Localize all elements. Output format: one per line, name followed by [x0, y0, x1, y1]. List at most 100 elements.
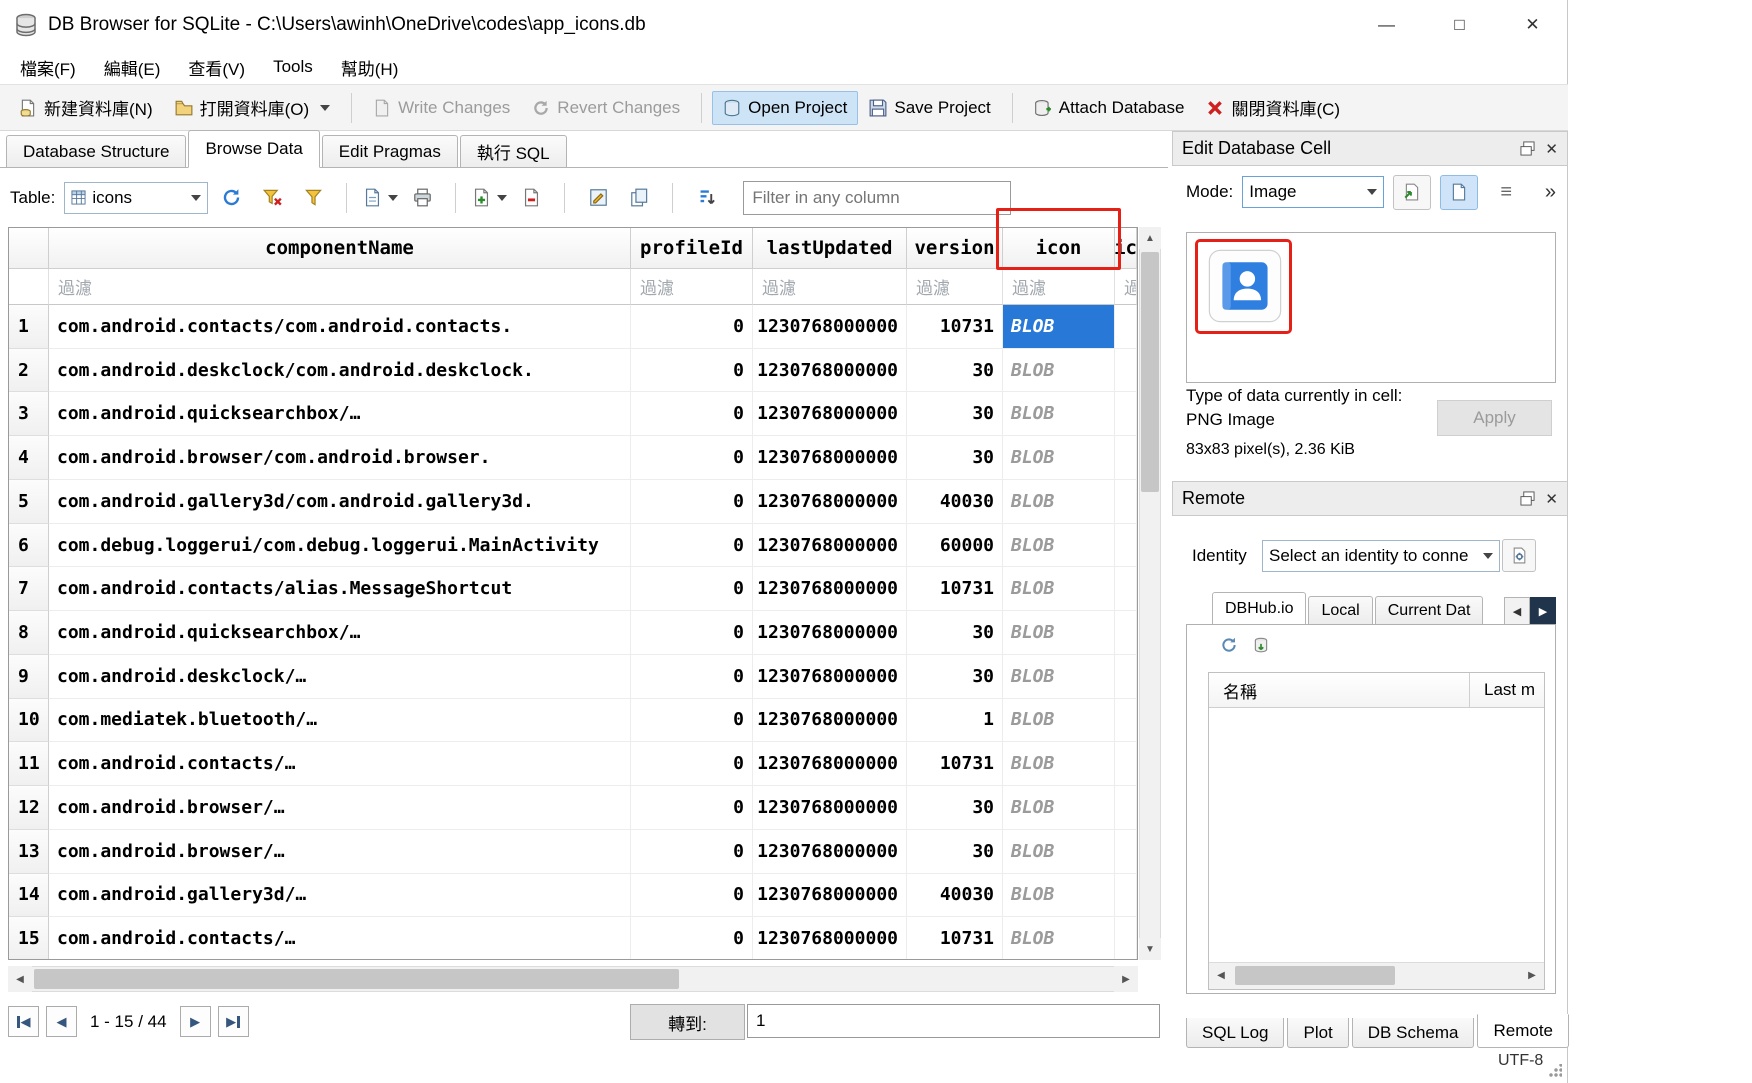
cell-updated[interactable]: 1230768000000 — [753, 742, 907, 786]
cell-updated[interactable]: 1230768000000 — [753, 392, 907, 436]
import-data-button[interactable] — [1393, 175, 1431, 210]
cell-component[interactable]: com.debug.loggerui/com.debug.loggerui.Ma… — [49, 524, 631, 568]
image-view-button[interactable] — [1440, 175, 1478, 210]
cell-partial[interactable] — [1115, 436, 1137, 480]
sort-button[interactable] — [688, 181, 724, 215]
cell-version[interactable]: 30 — [907, 655, 1003, 699]
cell-icon[interactable]: BLOB — [1003, 786, 1115, 830]
cell-version[interactable]: 10731 — [907, 742, 1003, 786]
filter-componentName[interactable]: 過濾 — [49, 269, 631, 305]
tab-remote[interactable]: Remote — [1477, 1014, 1569, 1048]
cell-icon[interactable]: BLOB — [1003, 305, 1115, 349]
cell-updated[interactable]: 1230768000000 — [753, 830, 907, 874]
row-number[interactable]: 15 — [9, 917, 49, 960]
row-number[interactable]: 1 — [9, 305, 49, 349]
new-record-button[interactable] — [471, 181, 508, 215]
cell-icon[interactable]: BLOB — [1003, 436, 1115, 480]
identity-settings-button[interactable] — [1502, 539, 1536, 572]
cell-icon[interactable]: BLOB — [1003, 349, 1115, 393]
cell-profile[interactable]: 0 — [631, 567, 753, 611]
refresh-button[interactable] — [213, 181, 249, 215]
cell-partial[interactable] — [1115, 917, 1137, 960]
cell-version[interactable]: 10731 — [907, 305, 1003, 349]
filter-conditions-button[interactable] — [295, 181, 331, 215]
cell-profile[interactable]: 0 — [631, 524, 753, 568]
filter-input[interactable] — [743, 181, 1011, 215]
column-header-corner[interactable] — [9, 228, 49, 269]
row-number[interactable]: 6 — [9, 524, 49, 568]
remote-tabs-scroll-right[interactable]: ▶ — [1530, 597, 1556, 625]
filter-lastUpdated[interactable]: 過濾 — [753, 269, 907, 305]
cell-component[interactable]: com.android.contacts/com.android.contact… — [49, 305, 631, 349]
filter-partial[interactable]: 過濾 — [1115, 269, 1137, 305]
tab-edit-pragmas[interactable]: Edit Pragmas — [322, 135, 458, 167]
more-tools-button[interactable]: » — [1545, 181, 1556, 204]
tab-dbhub[interactable]: DBHub.io — [1212, 592, 1306, 626]
tab-local[interactable]: Local — [1308, 596, 1372, 625]
cell-component[interactable]: com.android.gallery3d/com.android.galler… — [49, 480, 631, 524]
scroll-right-button[interactable]: ▶ — [1114, 966, 1138, 992]
cell-version[interactable]: 30 — [907, 611, 1003, 655]
scroll-right-button[interactable]: ▶ — [1520, 963, 1544, 988]
cell-partial[interactable] — [1115, 480, 1137, 524]
filter-profileId[interactable]: 過濾 — [631, 269, 753, 305]
cell-partial[interactable] — [1115, 874, 1137, 918]
cell-profile[interactable]: 0 — [631, 611, 753, 655]
row-number[interactable]: 5 — [9, 480, 49, 524]
cell-icon[interactable]: BLOB — [1003, 655, 1115, 699]
cell-profile[interactable]: 0 — [631, 742, 753, 786]
cell-updated[interactable]: 1230768000000 — [753, 524, 907, 568]
edit-cell-button[interactable] — [580, 181, 616, 215]
cell-partial[interactable] — [1115, 305, 1137, 349]
cell-icon[interactable]: BLOB — [1003, 830, 1115, 874]
save-view-button[interactable] — [362, 181, 399, 215]
cell-profile[interactable]: 0 — [631, 874, 753, 918]
cell-version[interactable]: 30 — [907, 830, 1003, 874]
row-number[interactable]: 14 — [9, 874, 49, 918]
hscroll-thumb[interactable] — [34, 969, 679, 989]
row-number[interactable]: 12 — [9, 786, 49, 830]
column-header-version[interactable]: version — [907, 228, 1003, 269]
filter-version[interactable]: 過濾 — [907, 269, 1003, 305]
cell-component[interactable]: com.android.gallery3d/… — [49, 874, 631, 918]
menu-tools[interactable]: Tools — [259, 50, 327, 84]
open-database-dropdown-icon[interactable] — [320, 105, 330, 111]
new-database-button[interactable]: 新建資料庫(N) — [8, 88, 164, 127]
cell-icon[interactable]: BLOB — [1003, 392, 1115, 436]
write-changes-button[interactable]: Write Changes — [362, 91, 521, 125]
text-align-button[interactable]: ≡ — [1487, 175, 1525, 210]
apply-button[interactable]: Apply — [1437, 400, 1552, 436]
cell-icon[interactable]: BLOB — [1003, 874, 1115, 918]
float-dock-icon[interactable] — [1520, 141, 1535, 156]
cell-profile[interactable]: 0 — [631, 392, 753, 436]
cell-profile[interactable]: 0 — [631, 830, 753, 874]
cell-partial[interactable] — [1115, 349, 1137, 393]
cell-version[interactable]: 10731 — [907, 917, 1003, 960]
cell-component[interactable]: com.android.browser/… — [49, 786, 631, 830]
goto-input[interactable] — [747, 1004, 1160, 1038]
column-header-lastUpdated[interactable]: lastUpdated — [753, 228, 907, 269]
row-number[interactable]: 11 — [9, 742, 49, 786]
row-number[interactable]: 8 — [9, 611, 49, 655]
cell-updated[interactable]: 1230768000000 — [753, 874, 907, 918]
cell-updated[interactable]: 1230768000000 — [753, 305, 907, 349]
cell-component[interactable]: com.android.quicksearchbox/… — [49, 392, 631, 436]
close-dock-icon[interactable]: ✕ — [1545, 490, 1558, 508]
close-dock-icon[interactable]: ✕ — [1545, 140, 1558, 158]
cell-partial[interactable] — [1115, 742, 1137, 786]
cell-updated[interactable]: 1230768000000 — [753, 436, 907, 480]
close-database-button[interactable]: 關閉資料庫(C) — [1195, 88, 1351, 127]
cell-component[interactable]: com.android.deskclock/… — [49, 655, 631, 699]
cell-component[interactable]: com.android.deskclock/com.android.deskcl… — [49, 349, 631, 393]
cell-icon[interactable]: BLOB — [1003, 611, 1115, 655]
clear-filters-button[interactable] — [254, 181, 290, 215]
cell-component[interactable]: com.android.quicksearchbox/… — [49, 611, 631, 655]
cell-icon[interactable]: BLOB — [1003, 699, 1115, 743]
tab-current-database[interactable]: Current Dat — [1375, 596, 1484, 625]
menu-help[interactable]: 幫助(H) — [327, 50, 413, 84]
scroll-left-button[interactable]: ◀ — [8, 966, 32, 992]
tab-database-structure[interactable]: Database Structure — [6, 135, 186, 167]
cell-profile[interactable]: 0 — [631, 305, 753, 349]
cell-version[interactable]: 40030 — [907, 480, 1003, 524]
last-page-button[interactable]: ▶ — [218, 1006, 249, 1037]
